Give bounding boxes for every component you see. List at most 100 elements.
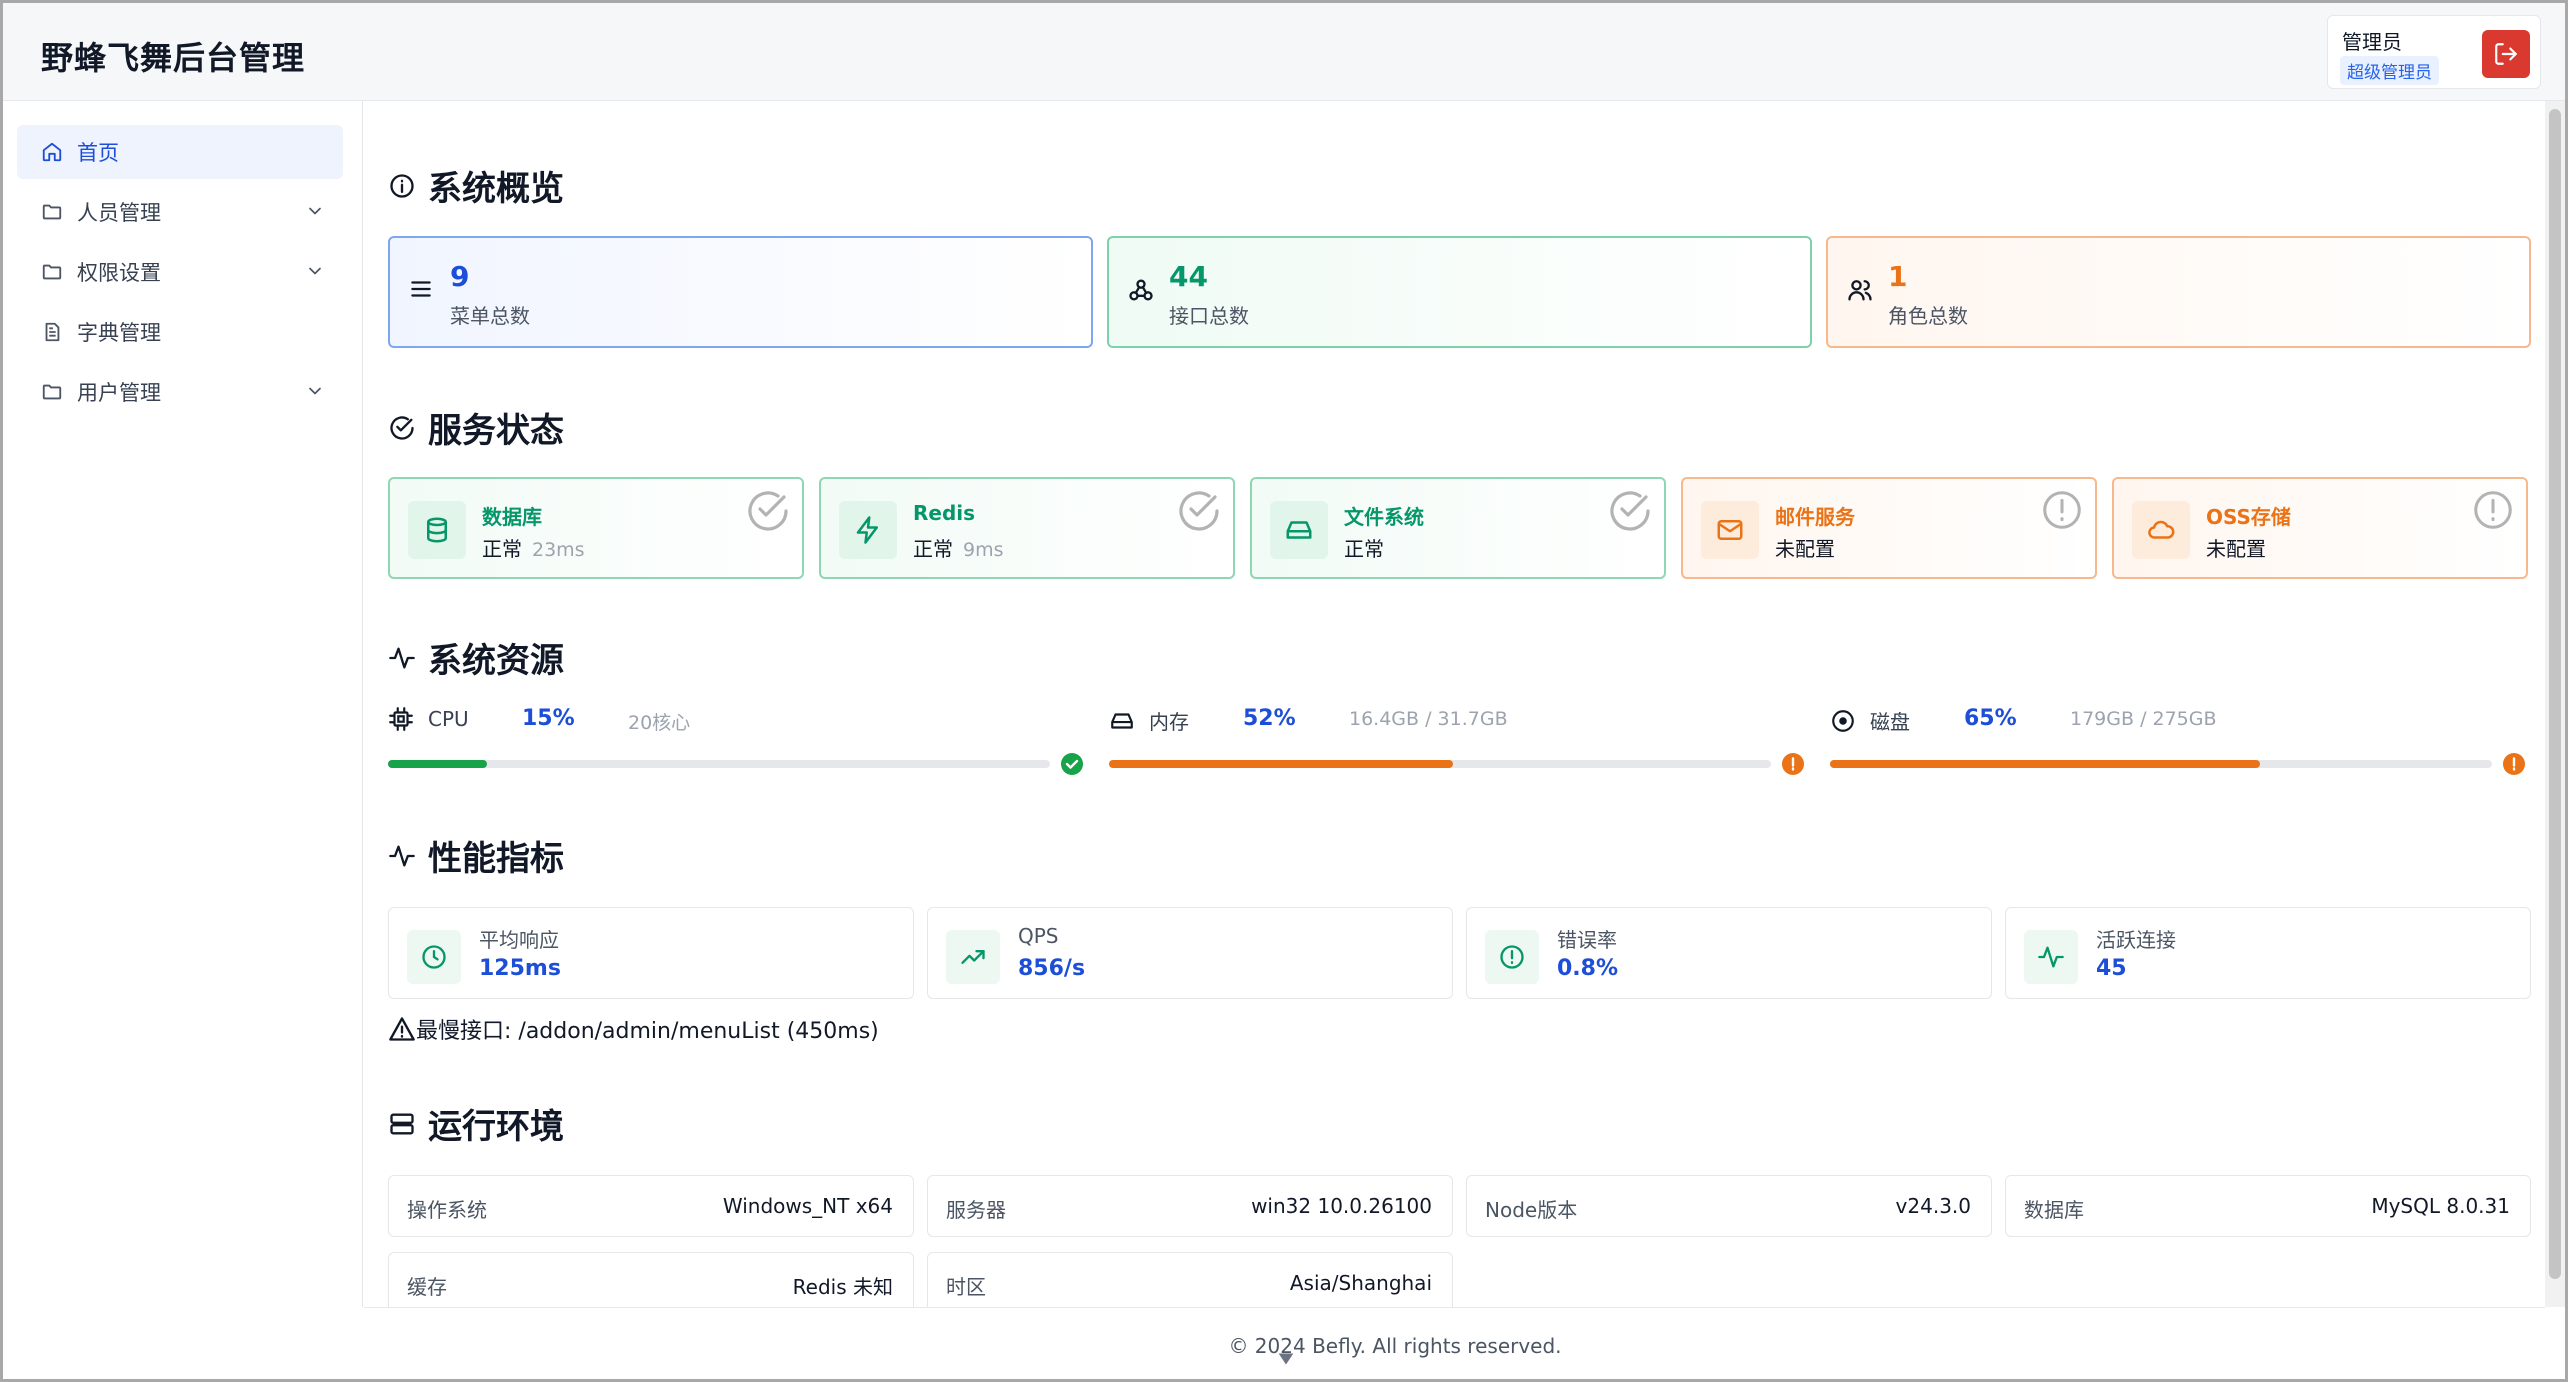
chevron-down-icon[interactable] [1275, 1348, 1297, 1370]
activity-icon [2038, 946, 2064, 968]
service-latency: 23ms [532, 539, 585, 561]
folder-icon [42, 384, 62, 400]
logout-button[interactable] [2482, 30, 2530, 78]
check-circle-icon [390, 415, 414, 440]
env-value: Redis 未知 [792, 1275, 893, 1299]
env-item-cache: 缓存 Redis 未知 [388, 1252, 914, 1307]
perf-value: 125ms [479, 956, 561, 981]
env-key: 缓存 [407, 1275, 447, 1299]
activity-icon [389, 845, 415, 866]
chevron-down-icon [309, 387, 321, 395]
perf-card-active-connections: 活跃连接 45 [2005, 907, 2531, 999]
service-name: 邮件服务 [1775, 505, 1855, 529]
env-key: 服务器 [946, 1198, 1006, 1222]
perf-card-qps: QPS 856/s [927, 907, 1453, 999]
service-card-filesystem: 文件系统 正常 [1250, 477, 1666, 579]
env-item-node: Node版本 v24.3.0 [1466, 1175, 1992, 1237]
resource-progress-track [1109, 760, 1771, 768]
cpu-icon [389, 707, 413, 731]
env-item-server: 服务器 win32 10.0.26100 [927, 1175, 1453, 1237]
resource-cpu: CPU 15% 20核心 [388, 706, 1088, 776]
env-key: 操作系统 [407, 1198, 487, 1222]
service-status: 正常 [482, 537, 522, 561]
users-icon [1848, 280, 1872, 301]
alert-circle-icon [1500, 945, 1524, 969]
service-status: 未配置 [1775, 537, 1835, 561]
menu-icon [411, 281, 431, 297]
folder-icon [42, 264, 62, 280]
check-circle-filled-icon [1061, 753, 1083, 775]
perf-value: 0.8% [1557, 956, 1619, 981]
service-card-mail: 邮件服务 未配置 [1681, 477, 2097, 579]
stat-card-menus: 9 菜单总数 [388, 236, 1093, 348]
sidebar-item-label: 首页 [77, 141, 119, 165]
resource-label: 磁盘 [1870, 710, 1910, 734]
chevron-down-icon [309, 207, 321, 215]
database-icon [427, 517, 447, 543]
resource-percent: 52% [1243, 706, 1296, 731]
sidebar-item-permissions[interactable]: 权限设置 [17, 245, 343, 299]
service-name: 数据库 [482, 505, 542, 529]
app-title: 野蜂飞舞后台管理 [41, 39, 306, 77]
stat-label: 菜单总数 [450, 304, 530, 328]
resource-progress-fill [1830, 760, 2261, 768]
sidebar-item-home[interactable]: 首页 [17, 125, 343, 179]
service-status: 正常 [913, 537, 953, 561]
service-card-redis: Redis 正常 9ms [819, 477, 1235, 579]
resource-detail: 20核心 [628, 712, 691, 734]
check-circle-icon [1179, 491, 1219, 531]
user-name: 管理员 [2342, 30, 2402, 54]
resource-progress-track [1830, 760, 2492, 768]
perf-value: 45 [2096, 956, 2127, 981]
user-panel: 管理员 超级管理员 [2327, 15, 2541, 89]
sidebar-item-users[interactable]: 用户管理 [17, 365, 343, 419]
zap-icon [856, 516, 878, 544]
alert-circle-icon [2474, 491, 2512, 529]
resource-percent: 15% [522, 706, 575, 731]
scrollbar-thumb[interactable] [2549, 109, 2561, 1279]
sidebar: 首页 人员管理 权限设置 字典管理 用户管理 [3, 101, 363, 1307]
service-latency: 9ms [963, 539, 1004, 561]
server-icon [390, 1113, 414, 1134]
env-key: 数据库 [2024, 1198, 2084, 1222]
env-item-timezone: 时区 Asia/Shanghai [927, 1252, 1453, 1307]
stat-card-apis: 44 接口总数 [1107, 236, 1812, 348]
resource-progress-fill [388, 760, 488, 768]
env-value: v24.3.0 [1895, 1194, 1971, 1218]
section-title-performance: 性能指标 [388, 831, 564, 880]
section-title-environment: 运行环境 [388, 1099, 564, 1148]
stat-value: 44 [1169, 260, 1208, 293]
info-icon [390, 173, 414, 198]
stat-label: 接口总数 [1169, 304, 1249, 328]
sidebar-item-label: 字典管理 [77, 321, 161, 345]
env-key: 时区 [946, 1275, 986, 1299]
document-icon [45, 322, 60, 342]
service-name: OSS存储 [2206, 505, 2291, 529]
disc-icon [1832, 709, 1854, 732]
perf-label: QPS [1018, 924, 1059, 948]
main-scrollbar[interactable] [2545, 101, 2565, 1307]
env-value: Asia/Shanghai [1289, 1271, 1432, 1295]
stat-label: 角色总数 [1888, 304, 1968, 328]
chevron-down-icon [309, 267, 321, 275]
perf-card-error-rate: 错误率 0.8% [1466, 907, 1992, 999]
warning-icon [389, 1017, 415, 1041]
sidebar-item-label: 人员管理 [77, 201, 161, 225]
hard-drive-icon [1111, 712, 1133, 729]
sidebar-item-dictionary[interactable]: 字典管理 [17, 305, 343, 359]
service-card-database: 数据库 正常 23ms [388, 477, 804, 579]
sidebar-item-personnel[interactable]: 人员管理 [17, 185, 343, 239]
resource-progress-fill [1109, 760, 1454, 768]
mail-icon [1717, 520, 1743, 540]
resource-progress-track [388, 760, 1050, 768]
slowest-api-note: 最慢接口: /addon/admin/menuList (450ms) [388, 1013, 879, 1045]
resource-label: CPU [428, 707, 469, 731]
cloud-icon [2148, 520, 2175, 539]
alert-circle-filled-icon [1782, 753, 1804, 775]
perf-value: 856/s [1018, 956, 1086, 981]
perf-label: 错误率 [1557, 928, 1617, 952]
stat-value: 1 [1888, 260, 1908, 293]
stat-card-roles: 1 角色总数 [1826, 236, 2531, 348]
top-header: 野蜂飞舞后台管理 管理员 超级管理员 [3, 3, 2565, 101]
user-role-badge: 超级管理员 [2340, 56, 2439, 85]
